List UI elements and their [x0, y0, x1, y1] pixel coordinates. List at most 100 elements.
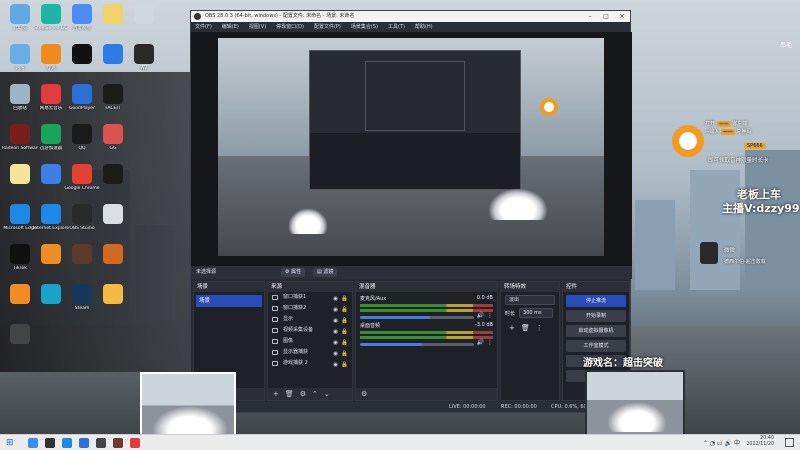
taskbar-app-icon[interactable] — [62, 438, 72, 448]
desktop-icon-label: 夸克 — [46, 66, 56, 71]
scene-item[interactable]: 场景 — [196, 295, 262, 307]
transition-select[interactable]: 淡出 — [505, 295, 555, 305]
desktop-icon[interactable] — [95, 244, 131, 266]
menu-item[interactable]: 配置文件(P) — [314, 22, 341, 32]
app-icon — [41, 44, 61, 64]
properties-button[interactable]: ⚙ 属性 — [281, 268, 306, 277]
menu-item[interactable]: 停靠窗口(D) — [276, 22, 304, 32]
app-icon — [72, 244, 92, 264]
taskbar-app-icon[interactable] — [113, 438, 123, 448]
source-item[interactable]: 视频采集设备 ◉ 🔒 — [268, 325, 352, 336]
taskbar-app-icon[interactable] — [79, 438, 89, 448]
control-button[interactable]: 工作室模式 — [566, 340, 626, 352]
desktop-icon-label: Steam — [74, 306, 90, 311]
menu-item[interactable]: 编辑(E) — [222, 22, 239, 32]
gift-avatar — [700, 242, 718, 264]
no-source-label: 未选择源 — [196, 269, 217, 275]
source-item[interactable]: 窗口捕获2 ◉ 🔒 — [268, 303, 352, 314]
menu-item[interactable]: 场景集合(S) — [351, 22, 378, 32]
move-down-icon[interactable]: ⌄ — [324, 390, 330, 398]
source-item[interactable]: 窗口捕获1 ◉ 🔒 — [268, 292, 352, 303]
control-button[interactable]: 停止推流 — [566, 295, 626, 307]
app-icon — [103, 244, 123, 264]
sources-dock: 来源 窗口捕获1 ◉ 🔒 窗口捕获2 ◉ 🔒 显示 ◉ 🔒 视频采集设备 ◉ 🔒 图像 ◉ 🔒 显示器捕获 ◉ 🔒… — [267, 281, 353, 401]
source-item[interactable]: 显示 ◉ 🔒 — [268, 314, 352, 325]
desktop-icon[interactable] — [2, 324, 38, 346]
source-settings-icon[interactable]: ⚙ — [300, 390, 306, 398]
gift-name: 微微 — [724, 248, 736, 254]
desktop-icon[interactable] — [95, 204, 131, 226]
desktop-icon-label: 百度网盘 — [73, 26, 91, 31]
sources-dock-footer: + 🗑 ⚙ ⌃ ⌄ — [268, 388, 352, 400]
volume-meter — [360, 304, 493, 307]
desktop-icon-label: OBS Studio — [69, 226, 95, 231]
rec-status: REC: 00:00:00 — [501, 404, 537, 410]
app-icon — [10, 84, 30, 104]
scenes-dock-title: 场景 — [194, 282, 264, 292]
minimize-icon[interactable]: – — [582, 11, 598, 22]
volume-slider[interactable] — [360, 343, 474, 346]
source-item[interactable]: 图像 ◉ 🔒 — [268, 336, 352, 347]
preview-canvas[interactable] — [191, 32, 632, 266]
app-icon — [10, 244, 30, 264]
mixer-channel: 麦克风/Aux 0.0 dB 🔊 ⋮ — [356, 292, 497, 319]
menu-item[interactable]: 文件(F) — [195, 22, 212, 32]
desktop-icon[interactable]: FACEIT — [95, 84, 131, 112]
speaker-icon[interactable]: 🔊 — [477, 312, 484, 319]
obs-titlebar[interactable]: OBS 28.0.3 (64-bit, windows) - 配置文件: 未命名… — [191, 11, 630, 22]
app-icon — [10, 284, 30, 304]
desktop-icon[interactable]: WZ — [126, 44, 162, 72]
follow-line2: 主播V:dzzy99 — [722, 202, 800, 215]
remove-transition-icon[interactable]: 🗑 — [521, 324, 530, 332]
desktop-icon[interactable] — [126, 4, 162, 26]
taskbar-clock[interactable]: 20:40 2022/11/20 — [746, 436, 774, 448]
app-icon — [72, 4, 92, 24]
mixer-settings-icon[interactable]: ⚙ — [361, 390, 367, 398]
source-item[interactable]: 游戏捕获 2 ◉ 🔒 — [268, 358, 352, 369]
maximize-icon[interactable]: □ — [598, 11, 614, 22]
lock-icon[interactable]: 🔒 — [341, 360, 348, 371]
taskbar-app-icon[interactable] — [96, 438, 106, 448]
app-icon — [10, 124, 30, 144]
desktop-icon[interactable] — [95, 164, 131, 186]
remove-source-icon[interactable]: 🗑 — [285, 390, 294, 398]
app-icon — [72, 164, 92, 184]
promo-text: 打开 —— 客户端 →输入 —— 兑换码 — [705, 121, 752, 135]
taskbar-app-icon[interactable] — [130, 438, 140, 448]
tray-icons[interactable]: ⌃ ◔ ▭ 🔊 中 — [703, 438, 740, 447]
promo-line1: 打开 — [705, 121, 716, 127]
source-item[interactable]: 显示器捕获 ◉ 🔒 — [268, 347, 352, 358]
duration-field[interactable]: 300 ms — [519, 308, 554, 318]
menu-item[interactable]: 帮助(H) — [415, 22, 433, 32]
menu-item[interactable]: 视图(V) — [249, 22, 266, 32]
start-icon[interactable]: ⊞ — [6, 438, 14, 448]
duration-label: 时长 — [505, 310, 516, 317]
volume-slider[interactable] — [360, 316, 474, 319]
app-icon — [103, 204, 123, 224]
taskbar-app-icon[interactable] — [28, 438, 38, 448]
app-icon — [41, 284, 61, 304]
source-type-icon — [272, 350, 278, 355]
desktop-icon[interactable] — [95, 284, 131, 306]
app-icon — [103, 84, 123, 104]
source-type-icon — [272, 317, 278, 322]
notification-icon[interactable] — [785, 438, 794, 447]
control-button[interactable]: 开始录制 — [566, 310, 626, 322]
channel-name: 桌面音频 — [360, 323, 381, 329]
channel-menu-icon[interactable]: ⋮ — [487, 339, 493, 346]
add-source-icon[interactable]: + — [273, 390, 279, 398]
taskbar-app-icon[interactable] — [45, 438, 55, 448]
filters-button[interactable]: ▤ 滤镜 — [313, 268, 338, 277]
menu-item[interactable]: 工具(T) — [388, 22, 405, 32]
add-transition-icon[interactable]: + — [509, 324, 515, 332]
visibility-eye-icon[interactable]: ◉ — [333, 360, 338, 371]
source-type-icon — [272, 295, 278, 300]
app-icon — [10, 324, 30, 344]
desktop-icon[interactable]: GG — [95, 124, 131, 152]
channel-menu-icon[interactable]: ⋮ — [487, 312, 493, 319]
move-up-icon[interactable]: ⌃ — [312, 390, 318, 398]
control-button[interactable]: 启动虚拟摄像机 — [566, 325, 626, 337]
transition-menu-icon[interactable]: ⋮ — [536, 324, 543, 332]
close-icon[interactable]: ✕ — [614, 11, 630, 22]
speaker-icon[interactable]: 🔊 — [477, 339, 484, 346]
